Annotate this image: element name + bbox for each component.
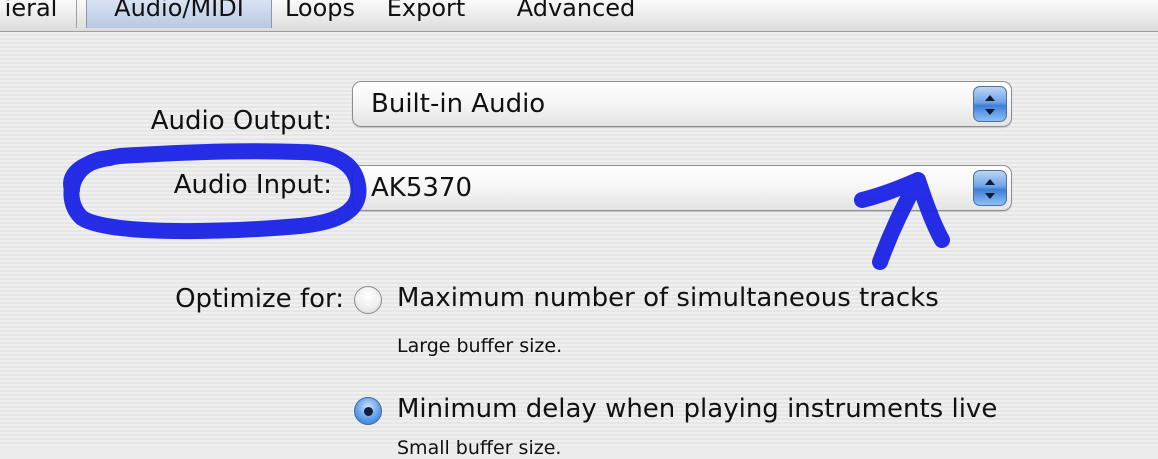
tab-audio-midi[interactable]: Audio/MIDI xyxy=(86,0,272,28)
radio-minimum-delay[interactable] xyxy=(354,397,382,425)
audio-output-value: Built-in Audio xyxy=(371,89,546,119)
tab-export[interactable]: Export xyxy=(374,0,478,28)
tab-loops[interactable]: Loops xyxy=(272,0,368,28)
audio-output-popup[interactable]: Built-in Audio xyxy=(352,81,1012,127)
preferences-tab-bar: ieral Audio/MIDI Loops Export Advanced xyxy=(0,0,1158,32)
tab-advanced[interactable]: Advanced xyxy=(496,0,656,28)
option-minimum-delay-label[interactable]: Minimum delay when playing instruments l… xyxy=(397,394,997,424)
option-maximum-tracks-label[interactable]: Maximum number of simultaneous tracks xyxy=(397,283,939,313)
window-background xyxy=(0,0,1158,445)
radio-maximum-tracks[interactable] xyxy=(354,286,382,314)
option-maximum-tracks-sub: Large buffer size. xyxy=(397,335,563,357)
up-down-chevron-icon[interactable] xyxy=(973,86,1007,122)
audio-input-label: Audio Input: xyxy=(173,170,332,200)
up-down-chevron-icon[interactable] xyxy=(973,170,1007,206)
option-minimum-delay-sub: Small buffer size. xyxy=(397,437,562,459)
optimize-for-label: Optimize for: xyxy=(175,284,344,314)
radio-selected-dot xyxy=(364,407,373,416)
audio-input-value: AK5370 xyxy=(371,173,473,203)
audio-input-popup[interactable]: AK5370 xyxy=(352,165,1012,211)
tab-general[interactable]: ieral xyxy=(0,0,77,28)
audio-output-label: Audio Output: xyxy=(150,106,332,136)
